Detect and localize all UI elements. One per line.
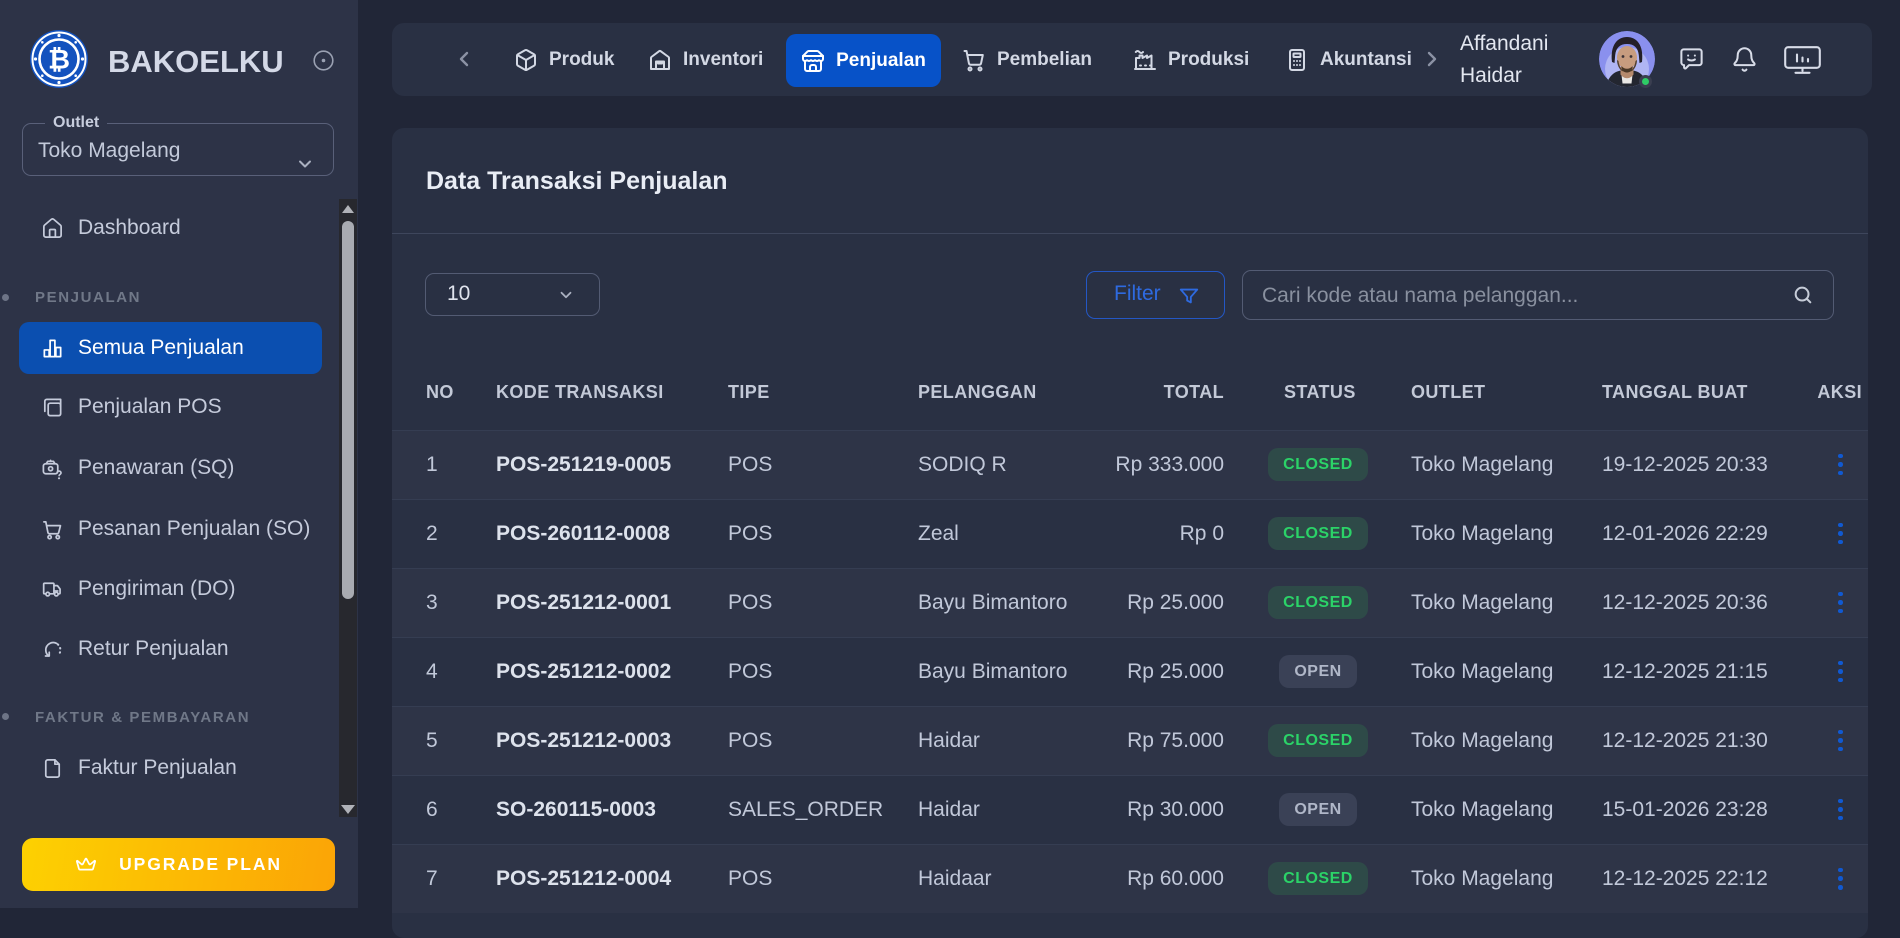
svg-text:₿: ₿ [48,45,70,75]
